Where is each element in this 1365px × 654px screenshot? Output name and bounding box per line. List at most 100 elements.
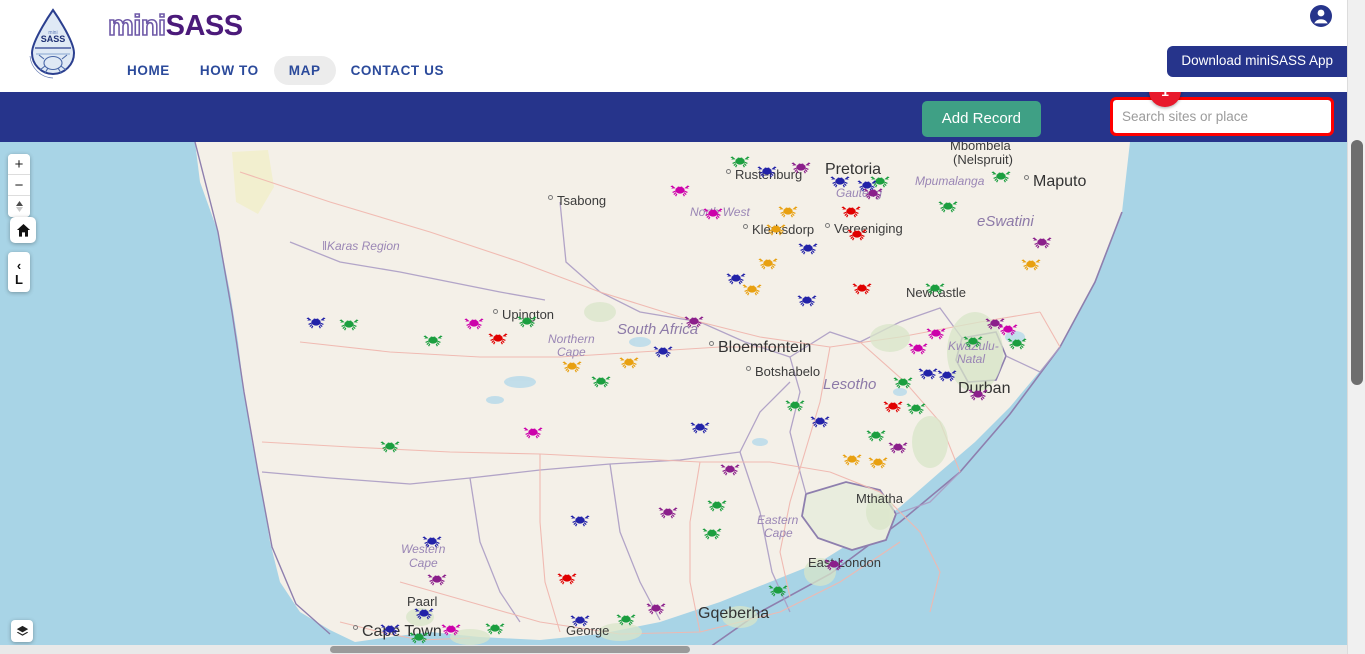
city-dot [726, 169, 731, 174]
map-marker-crab[interactable] [791, 159, 811, 174]
site-header: SASS mini miniSASS HOME HOW TO MAP CONTA… [0, 0, 1347, 92]
map-marker-crab[interactable] [810, 413, 830, 428]
map-marker-crab[interactable] [758, 255, 778, 270]
map-marker-crab[interactable] [893, 374, 913, 389]
map-marker-crab[interactable] [702, 525, 722, 540]
map-marker-crab[interactable] [785, 397, 805, 412]
map-marker-crab[interactable] [1032, 234, 1052, 249]
map-marker-crab[interactable] [868, 454, 888, 469]
map-marker-crab[interactable] [906, 400, 926, 415]
map-marker-crab[interactable] [963, 333, 983, 348]
map-marker-crab[interactable] [591, 373, 611, 388]
map-marker-crab[interactable] [841, 203, 861, 218]
map-marker-crab[interactable] [766, 221, 786, 236]
map-marker-crab[interactable] [757, 163, 777, 178]
map-marker-crab[interactable] [464, 315, 484, 330]
map-marker-crab[interactable] [742, 281, 762, 296]
map-marker-crab[interactable] [562, 358, 582, 373]
map-marker-crab[interactable] [517, 313, 537, 328]
map-marker-crab[interactable] [427, 571, 447, 586]
vertical-scroll-thumb[interactable] [1351, 140, 1363, 385]
map-marker-crab[interactable] [847, 226, 867, 241]
horizontal-scroll-thumb[interactable] [330, 646, 690, 653]
zoom-out-button[interactable]: − [8, 175, 30, 196]
map-marker-crab[interactable] [707, 497, 727, 512]
map-marker-crab[interactable] [570, 512, 590, 527]
search-input[interactable] [1110, 97, 1334, 136]
map-marker-crab[interactable] [842, 451, 862, 466]
map-marker-crab[interactable] [968, 386, 988, 401]
map-marker-crab[interactable] [619, 354, 639, 369]
compass-north-icon[interactable] [8, 196, 30, 217]
city-dot [709, 341, 714, 346]
map-marker-crab[interactable] [380, 438, 400, 453]
map-marker-crab[interactable] [926, 325, 946, 340]
map-marker-crab[interactable] [423, 332, 443, 347]
map-marker-crab[interactable] [380, 621, 400, 636]
map-canvas[interactable]: Tsabong North West Rustenburg Pretoria Gaute… [0, 142, 1347, 654]
map-marker-crab[interactable] [798, 240, 818, 255]
site-logo[interactable]: SASS mini [22, 6, 84, 88]
map-marker-crab[interactable] [339, 316, 359, 331]
map-marker-crab[interactable] [998, 321, 1018, 336]
download-app-button[interactable]: Download miniSASS App [1167, 46, 1347, 77]
map-marker-crab[interactable] [730, 153, 750, 168]
map-marker-crab[interactable] [918, 365, 938, 380]
map-marker-crab[interactable] [414, 605, 434, 620]
city-dot [1024, 175, 1029, 180]
map-marker-crab[interactable] [830, 173, 850, 188]
map-marker-crab[interactable] [888, 439, 908, 454]
map-marker-crab[interactable] [925, 280, 945, 295]
legend-toggle-button[interactable]: ‹ L [8, 252, 30, 292]
minisass-droplet-logo: SASS mini [29, 8, 76, 79]
map-marker-crab[interactable] [991, 168, 1011, 183]
map-marker-crab[interactable] [938, 198, 958, 213]
home-button[interactable] [10, 217, 36, 243]
map-marker-crab[interactable] [866, 427, 886, 442]
city-dot [493, 309, 498, 314]
map-marker-crab[interactable] [1007, 335, 1027, 350]
horizontal-scrollbar[interactable] [0, 645, 1347, 654]
map-marker-crab[interactable] [488, 330, 508, 345]
layers-button[interactable] [11, 620, 33, 642]
account-circle-icon[interactable] [1309, 4, 1333, 28]
nav-item-home[interactable]: HOME [112, 56, 185, 85]
nav-item-map[interactable]: MAP [273, 56, 336, 85]
nav-item-contact-us[interactable]: CONTACT US [336, 56, 460, 85]
map-marker-crab[interactable] [937, 367, 957, 382]
map-marker-crab[interactable] [824, 556, 844, 571]
map-marker-crab[interactable] [653, 343, 673, 358]
zoom-in-button[interactable]: + [8, 154, 30, 175]
map-marker-crab[interactable] [422, 533, 442, 548]
map-marker-crab[interactable] [658, 504, 678, 519]
map-marker-crab[interactable] [646, 600, 666, 615]
map-marker-crab[interactable] [778, 203, 798, 218]
map-marker-crab[interactable] [570, 612, 590, 627]
map-marker-crab[interactable] [306, 314, 326, 329]
map-marker-crab[interactable] [684, 313, 704, 328]
map-marker-crab[interactable] [883, 398, 903, 413]
minisass-map-page: SASS mini miniSASS HOME HOW TO MAP CONTA… [0, 0, 1365, 654]
city-dot [746, 366, 751, 371]
map-marker-crab[interactable] [485, 620, 505, 635]
map-marker-crab[interactable] [863, 185, 883, 200]
map-marker-crab[interactable] [441, 621, 461, 636]
map-marker-crab[interactable] [1021, 256, 1041, 271]
map-marker-crab[interactable] [409, 629, 429, 644]
map-marker-crab[interactable] [523, 424, 543, 439]
map-marker-crab[interactable] [690, 419, 710, 434]
add-record-button[interactable]: Add Record [921, 101, 1041, 138]
map-marker-crab[interactable] [908, 340, 928, 355]
map-marker-crab[interactable] [670, 182, 690, 197]
map-marker-crab[interactable] [768, 582, 788, 597]
map-marker-crab[interactable] [797, 292, 817, 307]
map-marker-crab[interactable] [703, 205, 723, 220]
map-marker-crab[interactable] [852, 280, 872, 295]
vertical-scrollbar[interactable] [1347, 0, 1365, 654]
map-marker-crab[interactable] [720, 461, 740, 476]
nav-item-how-to[interactable]: HOW TO [185, 56, 274, 85]
map-marker-crab[interactable] [616, 611, 636, 626]
map-basemap [0, 142, 1347, 654]
brand-mini: mini [107, 9, 167, 43]
map-marker-crab[interactable] [557, 570, 577, 585]
